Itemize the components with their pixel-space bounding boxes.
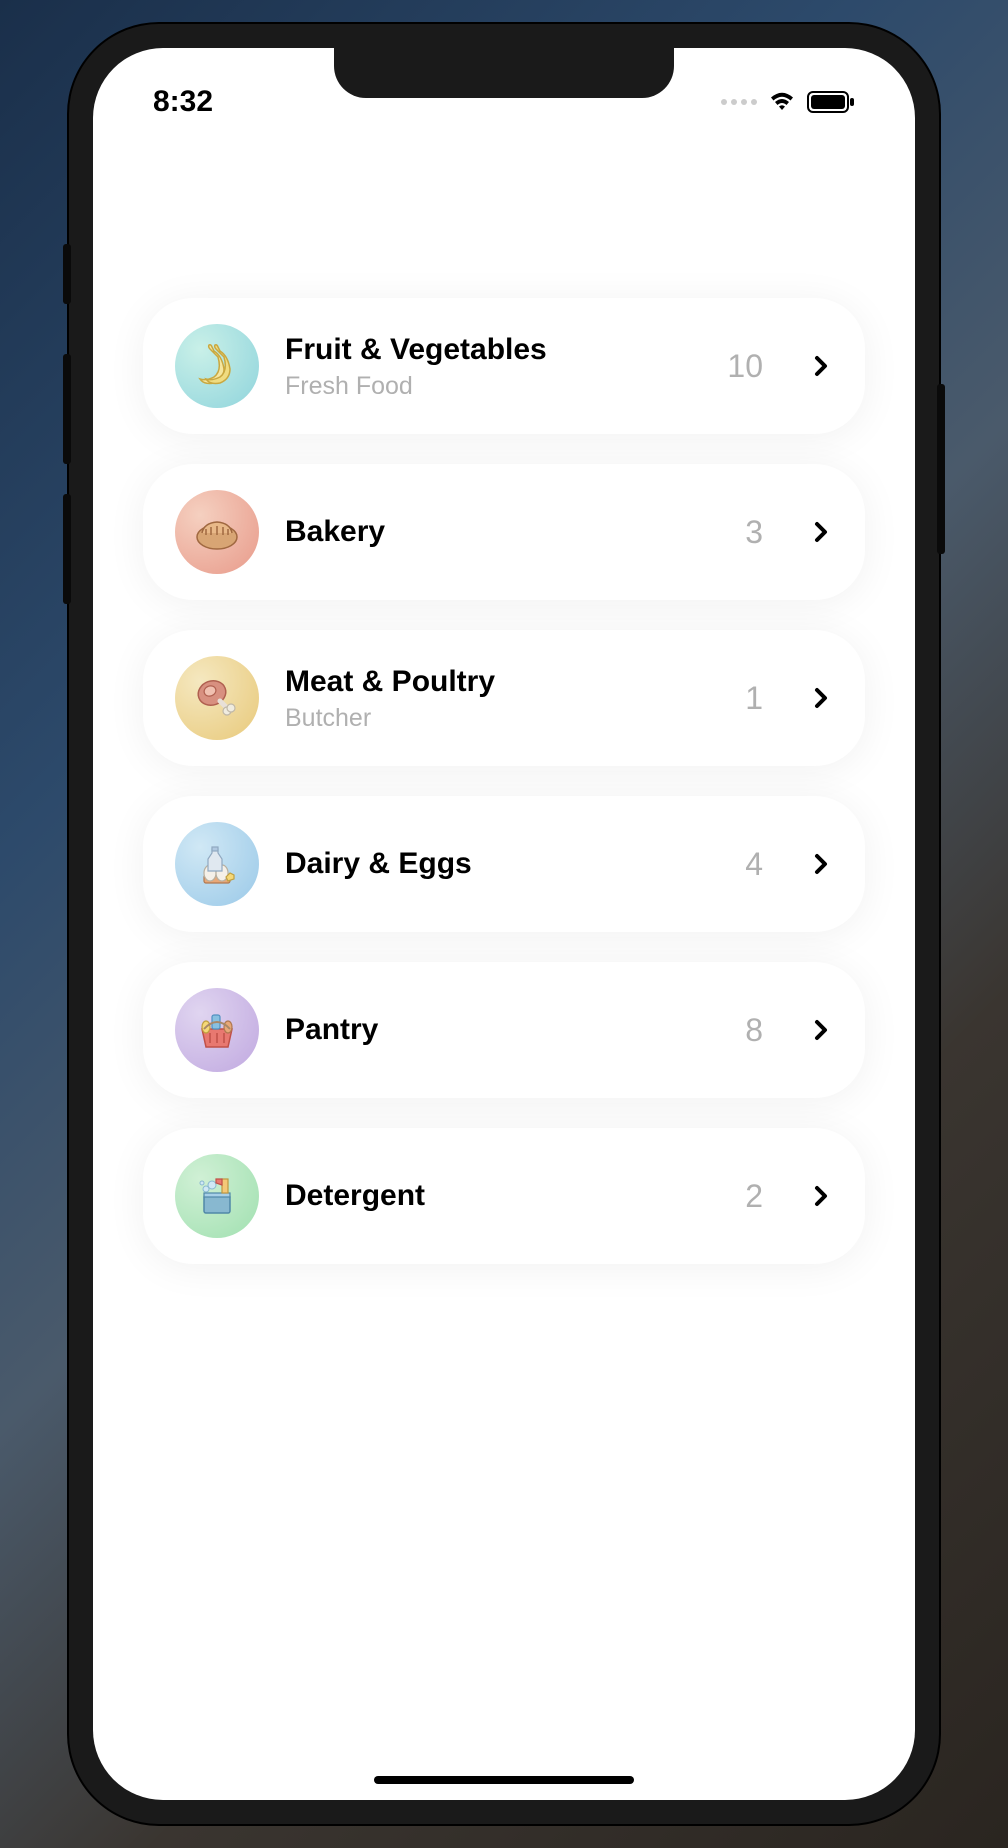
category-card-meat-poultry[interactable]: Meat & Poultry Butcher 1 — [143, 630, 865, 766]
home-indicator[interactable] — [374, 1776, 634, 1784]
status-icons — [721, 90, 855, 114]
card-title: Meat & Poultry — [285, 664, 719, 700]
card-text: Detergent — [285, 1178, 719, 1214]
banana-icon — [175, 324, 259, 408]
card-text: Bakery — [285, 514, 719, 550]
device-button — [63, 494, 71, 604]
basket-icon — [175, 988, 259, 1072]
battery-icon — [807, 90, 855, 114]
device-button — [63, 244, 71, 304]
card-title: Dairy & Eggs — [285, 846, 719, 882]
card-count: 4 — [745, 846, 763, 883]
card-text: Dairy & Eggs — [285, 846, 719, 882]
screen: 8:32 — [93, 48, 915, 1800]
category-card-detergent[interactable]: Detergent 2 — [143, 1128, 865, 1264]
device-notch — [334, 48, 674, 98]
card-title: Bakery — [285, 514, 719, 550]
chevron-right-icon — [809, 520, 833, 544]
card-text: Pantry — [285, 1012, 719, 1048]
card-text: Meat & Poultry Butcher — [285, 664, 719, 733]
status-time: 8:32 — [153, 85, 213, 119]
card-title: Fruit & Vegetables — [285, 332, 701, 368]
card-count: 10 — [727, 348, 763, 385]
cleaning-icon — [175, 1154, 259, 1238]
category-card-dairy-eggs[interactable]: Dairy & Eggs 4 — [143, 796, 865, 932]
card-count: 8 — [745, 1012, 763, 1049]
card-title: Detergent — [285, 1178, 719, 1214]
category-list: Fruit & Vegetables Fresh Food 10 — [93, 128, 915, 1264]
chevron-right-icon — [809, 354, 833, 378]
wifi-icon — [767, 91, 797, 113]
device-button — [937, 384, 945, 554]
card-count: 3 — [745, 514, 763, 551]
category-card-bakery[interactable]: Bakery 3 — [143, 464, 865, 600]
cellular-dots-icon — [721, 99, 757, 105]
dairy-icon — [175, 822, 259, 906]
card-subtitle: Butcher — [285, 704, 719, 733]
card-text: Fruit & Vegetables Fresh Food — [285, 332, 701, 401]
category-card-pantry[interactable]: Pantry 8 — [143, 962, 865, 1098]
chevron-right-icon — [809, 1018, 833, 1042]
category-card-fruit-vegetables[interactable]: Fruit & Vegetables Fresh Food 10 — [143, 298, 865, 434]
bread-icon — [175, 490, 259, 574]
chevron-right-icon — [809, 686, 833, 710]
card-subtitle: Fresh Food — [285, 372, 701, 401]
chevron-right-icon — [809, 852, 833, 876]
device-frame: 8:32 — [69, 24, 939, 1824]
card-count: 2 — [745, 1178, 763, 1215]
meat-icon — [175, 656, 259, 740]
device-button — [63, 354, 71, 464]
chevron-right-icon — [809, 1184, 833, 1208]
card-title: Pantry — [285, 1012, 719, 1048]
card-count: 1 — [745, 680, 763, 717]
